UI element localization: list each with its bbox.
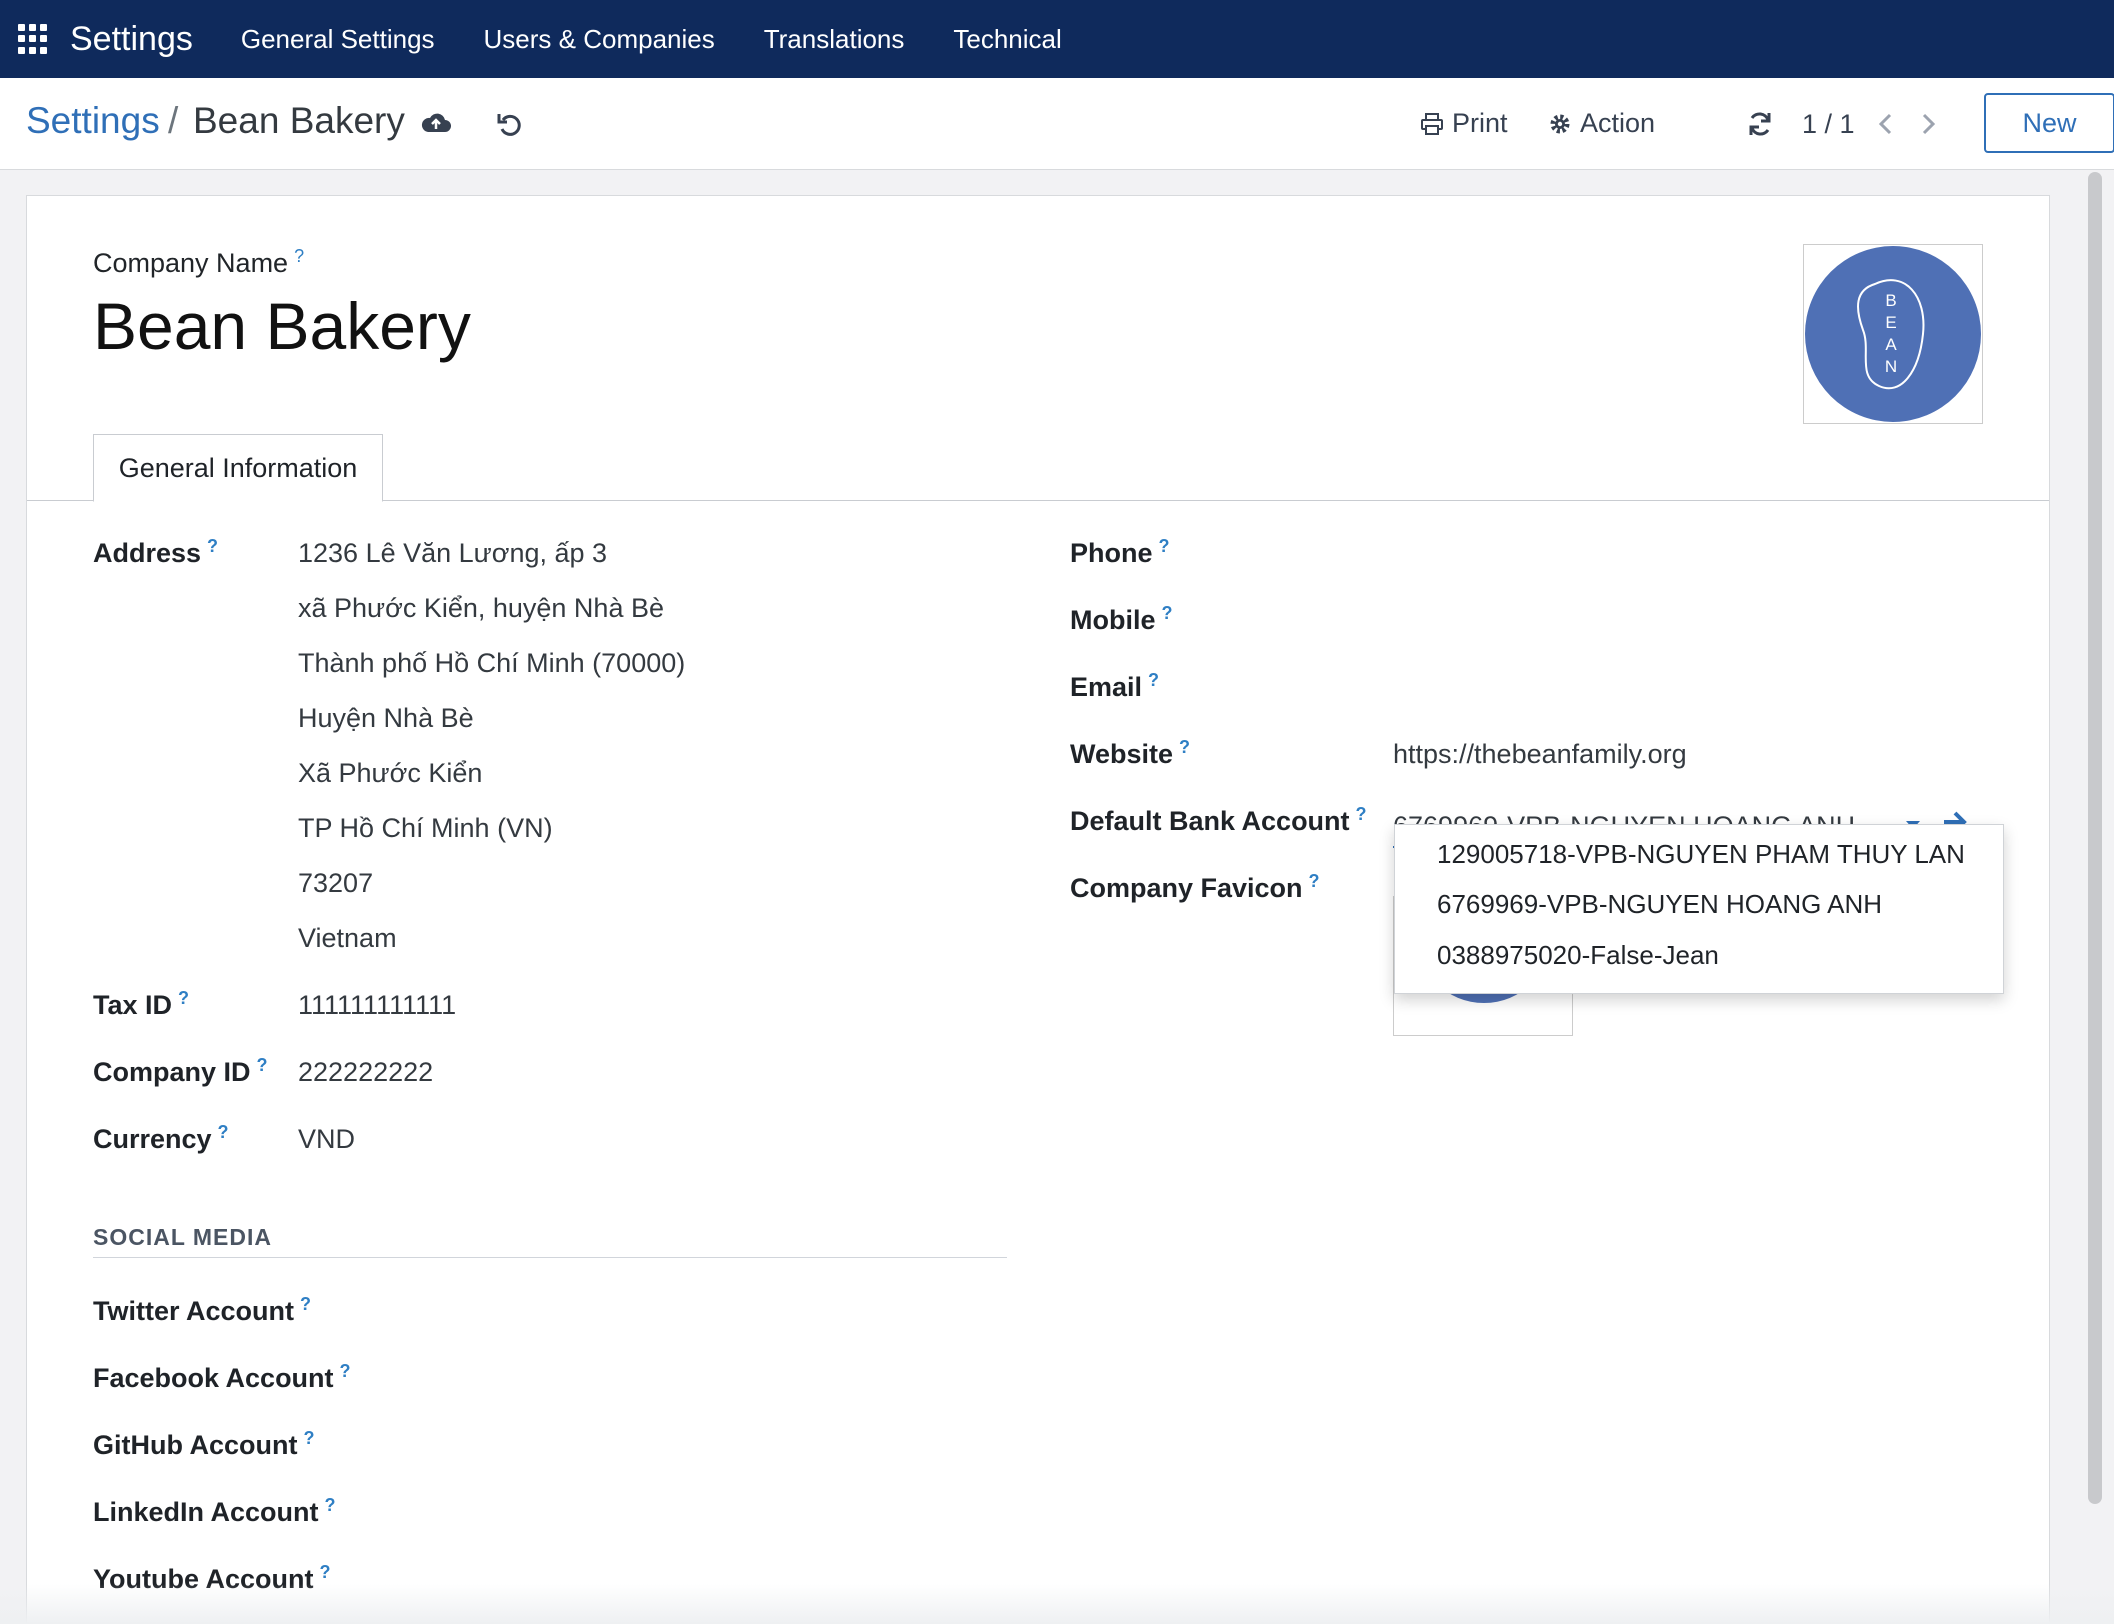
company-favicon-label: Company Favicon? (1070, 871, 1320, 903)
apps-menu-icon[interactable] (18, 24, 48, 54)
help-icon[interactable]: ? (257, 1055, 268, 1075)
help-icon[interactable]: ? (1162, 603, 1173, 623)
tax-id-label: Tax ID? (93, 988, 190, 1020)
email-label: Email? (1070, 670, 1160, 702)
bank-account-dropdown: 129005718-VPB-NGUYEN PHAM THUY LAN 67699… (1394, 824, 2004, 994)
dropdown-option[interactable]: 129005718-VPB-NGUYEN PHAM THUY LAN (1437, 839, 1965, 870)
help-icon[interactable]: ? (178, 988, 189, 1008)
control-panel: Settings / Bean Bakery Print Action 1 / … (0, 78, 2114, 170)
help-icon[interactable]: ? (319, 1562, 330, 1582)
social-media-heading: SOCIAL MEDIA (93, 1224, 272, 1250)
chevron-right-icon[interactable] (1912, 108, 1944, 140)
github-account-label: GitHub Account? (93, 1428, 315, 1460)
dropdown-option[interactable]: 6769969-VPB-NGUYEN HOANG ANH (1437, 889, 1882, 920)
address-country[interactable]: Vietnam (298, 923, 397, 954)
bean-logo-image: B E A N (1805, 246, 1981, 422)
gear-icon (1550, 114, 1570, 133)
address-street[interactable]: 1236 Lê Văn Lương, ấp 3 (298, 538, 607, 569)
twitter-account-label: Twitter Account? (93, 1294, 311, 1326)
tab-general-information[interactable]: General Information (93, 434, 383, 502)
help-icon[interactable]: ? (207, 536, 218, 556)
new-button[interactable]: New (1984, 93, 2114, 153)
address-zip[interactable]: 73207 (298, 868, 373, 899)
help-icon[interactable]: ? (1356, 804, 1367, 824)
refresh-icon[interactable] (1744, 108, 1776, 140)
action-button[interactable]: Action (1548, 108, 1655, 139)
address-ward[interactable]: Xã Phước Kiển (298, 758, 482, 789)
help-icon[interactable]: ? (340, 1361, 351, 1381)
svg-text:A: A (1885, 335, 1897, 354)
company-id-field[interactable]: 222222222 (298, 1057, 433, 1088)
save-cloud-icon[interactable] (420, 108, 452, 140)
company-name-label: Company Name? (93, 246, 305, 278)
discard-undo-icon[interactable] (494, 108, 526, 140)
page-scrollbar[interactable] (2088, 172, 2102, 1504)
address-state[interactable]: TP Hồ Chí Minh (VN) (298, 813, 553, 844)
website-field[interactable]: https://thebeanfamily.org (1393, 739, 1687, 770)
company-name-field[interactable]: Bean Bakery (93, 288, 471, 364)
company-logo[interactable]: B E A N (1803, 244, 1983, 424)
mobile-label: Mobile? (1070, 603, 1173, 635)
breadcrumb-separator: / (168, 100, 179, 141)
default-bank-account-label: Default Bank Account? (1070, 804, 1367, 836)
form-sheet: Company Name? Bean Bakery B E A N Genera… (26, 195, 2050, 1624)
address-street2[interactable]: xã Phước Kiển, huyện Nhà Bè (298, 593, 664, 624)
printer-icon (1421, 112, 1443, 135)
help-icon[interactable]: ? (1179, 737, 1190, 757)
menu-translations[interactable]: Translations (764, 24, 905, 55)
bottom-shadow (0, 1584, 2114, 1624)
address-label: Address? (93, 536, 219, 568)
section-divider (93, 1257, 1007, 1258)
help-icon[interactable]: ? (1159, 536, 1170, 556)
top-navbar: Settings General Settings Users & Compan… (0, 0, 2114, 78)
address-district[interactable]: Huyện Nhà Bè (298, 703, 474, 734)
address-city[interactable]: Thành phố Hồ Chí Minh (70000) (298, 648, 685, 679)
print-label: Print (1452, 108, 1508, 138)
print-button[interactable]: Print (1420, 108, 1508, 139)
app-name[interactable]: Settings (70, 20, 193, 59)
help-icon[interactable]: ? (1309, 871, 1320, 891)
dropdown-option[interactable]: 0388975020-False-Jean (1437, 940, 1719, 971)
breadcrumb-settings[interactable]: Settings (26, 100, 160, 142)
help-icon[interactable]: ? (325, 1495, 336, 1515)
svg-text:N: N (1885, 357, 1897, 376)
svg-text:B: B (1885, 291, 1896, 310)
pager-value[interactable]: 1 / 1 (1802, 109, 1855, 140)
help-icon[interactable]: ? (300, 1294, 311, 1314)
website-label: Website? (1070, 737, 1191, 769)
tax-id-field[interactable]: 111111111111 (298, 990, 456, 1021)
breadcrumb-current: Bean Bakery (193, 100, 405, 141)
chevron-left-icon[interactable] (1870, 108, 1902, 140)
currency-label: Currency? (93, 1122, 229, 1154)
facebook-account-label: Facebook Account? (93, 1361, 351, 1393)
currency-field[interactable]: VND (298, 1124, 355, 1155)
phone-label: Phone? (1070, 536, 1170, 568)
menu-technical[interactable]: Technical (953, 24, 1061, 55)
help-icon[interactable]: ? (294, 246, 304, 266)
svg-text:E: E (1885, 313, 1896, 332)
menu-users-companies[interactable]: Users & Companies (484, 24, 715, 55)
company-id-label: Company ID? (93, 1055, 268, 1087)
help-icon[interactable]: ? (218, 1122, 229, 1142)
help-icon[interactable]: ? (303, 1428, 314, 1448)
linkedin-account-label: LinkedIn Account? (93, 1495, 336, 1527)
help-icon[interactable]: ? (1148, 670, 1159, 690)
menu-general-settings[interactable]: General Settings (241, 24, 435, 55)
action-label: Action (1580, 108, 1656, 138)
